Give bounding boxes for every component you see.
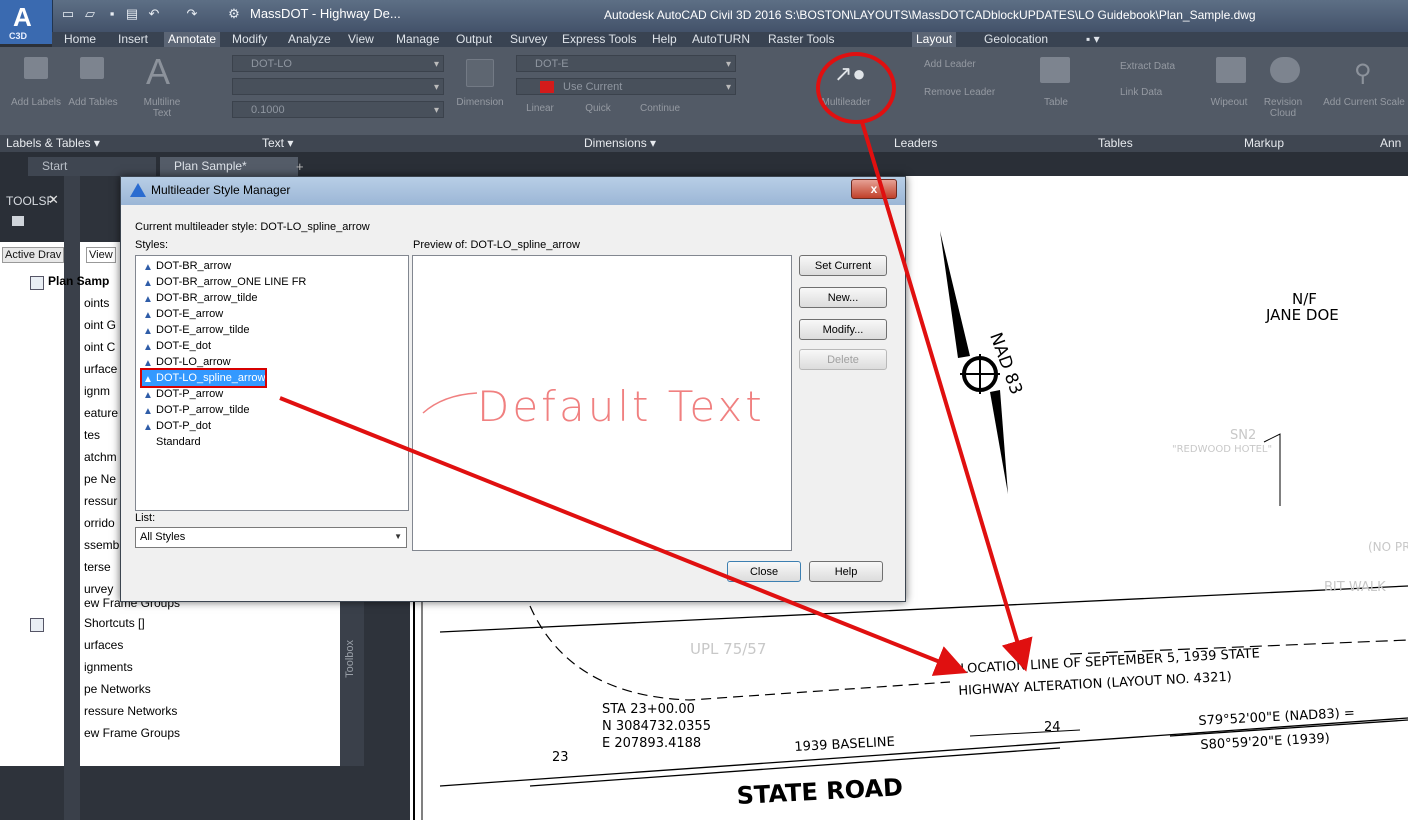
annotation-arrows: [279, 121, 1033, 676]
arrow-to-leader-text: [860, 121, 1033, 672]
arrow-from-selected-style: [279, 396, 968, 676]
